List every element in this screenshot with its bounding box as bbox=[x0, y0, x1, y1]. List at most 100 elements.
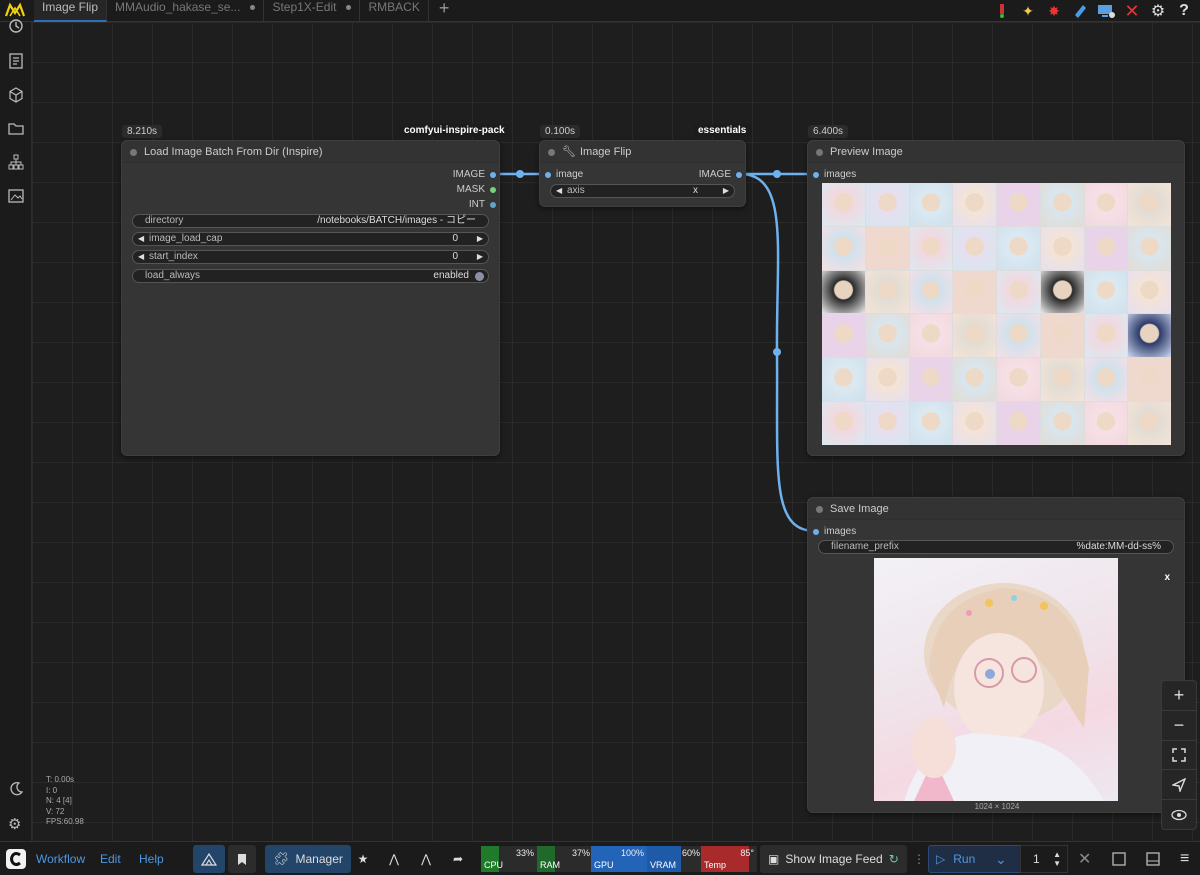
node-title[interactable]: Load Image Batch From Dir (Inspire) bbox=[122, 141, 499, 163]
preview-thumbnail[interactable] bbox=[822, 183, 865, 226]
pin-icon[interactable] bbox=[992, 1, 1012, 21]
menu-help[interactable]: Help bbox=[139, 845, 164, 873]
preview-thumbnail[interactable] bbox=[822, 270, 865, 314]
preview-thumbnail[interactable] bbox=[865, 226, 909, 270]
new-tab-button[interactable]: + bbox=[429, 0, 460, 22]
input-slot-image[interactable] bbox=[545, 172, 551, 178]
node-preview-image[interactable]: Preview Image images bbox=[807, 140, 1185, 456]
preview-thumbnail[interactable] bbox=[953, 226, 996, 270]
preview-thumbnail[interactable] bbox=[997, 358, 1040, 402]
preview-thumbnail[interactable] bbox=[1084, 358, 1128, 402]
share-arrow-icon[interactable]: ➦ bbox=[450, 845, 466, 873]
increment-arrow-icon[interactable]: ▶ bbox=[477, 251, 483, 263]
preview-thumbnail[interactable] bbox=[1128, 402, 1171, 445]
node-library-icon[interactable] bbox=[8, 154, 24, 170]
panel-square-icon[interactable] bbox=[1112, 845, 1126, 873]
node-title[interactable]: Preview Image bbox=[808, 141, 1184, 163]
preview-thumbnail[interactable] bbox=[909, 226, 953, 270]
tab-image-flip[interactable]: Image Flip bbox=[34, 0, 108, 22]
menu-edit[interactable]: Edit bbox=[100, 845, 121, 873]
preview-thumbnail[interactable] bbox=[909, 270, 953, 314]
preview-thumbnail[interactable] bbox=[997, 402, 1040, 445]
close-image-button[interactable]: x bbox=[1164, 572, 1170, 583]
eraser-icon[interactable] bbox=[1070, 1, 1090, 21]
tab-mmaudio[interactable]: MMAudio_hakase_se... bbox=[107, 0, 265, 22]
load-always-toggle[interactable]: load_always enabled bbox=[132, 269, 489, 283]
monitor-icon[interactable] bbox=[1096, 1, 1116, 21]
preview-thumbnail[interactable] bbox=[822, 402, 865, 445]
preview-thumbnail[interactable] bbox=[1040, 358, 1084, 402]
preview-thumbnail[interactable] bbox=[1040, 270, 1084, 314]
bookmark-icon[interactable] bbox=[228, 845, 256, 873]
node-image-flip[interactable]: 🔧︎ Image Flip image IMAGE ◀ axis x ▶ bbox=[539, 140, 746, 207]
preview-thumbnail[interactable] bbox=[822, 314, 865, 358]
prev-arrow-icon[interactable]: ◀ bbox=[556, 185, 562, 197]
directory-field[interactable]: directory /notebooks/BATCH/images - コピー bbox=[132, 214, 489, 228]
preview-image-grid[interactable] bbox=[822, 183, 1171, 445]
input-slot-images[interactable] bbox=[813, 529, 819, 535]
burst-icon[interactable]: ✸ bbox=[1044, 1, 1064, 21]
output-slot-int[interactable] bbox=[490, 202, 496, 208]
preview-thumbnail[interactable] bbox=[1128, 270, 1171, 314]
node-save-image[interactable]: Save Image images filename_prefix %date:… bbox=[807, 497, 1185, 813]
preview-thumbnail[interactable] bbox=[1084, 314, 1128, 358]
menu-workflow[interactable]: Workflow bbox=[36, 845, 85, 873]
preview-thumbnail[interactable] bbox=[1040, 314, 1084, 358]
preview-thumbnail[interactable] bbox=[1084, 270, 1128, 314]
preview-thumbnail[interactable] bbox=[865, 402, 909, 445]
gear-icon[interactable]: ⚙ bbox=[1148, 1, 1168, 21]
settings-gear-icon[interactable]: ⚙ bbox=[8, 815, 24, 833]
help-icon[interactable]: ? bbox=[1174, 1, 1194, 21]
preview-thumbnail[interactable] bbox=[953, 314, 996, 358]
axis-combo[interactable]: ◀ axis x ▶ bbox=[550, 184, 735, 198]
preview-thumbnail[interactable] bbox=[997, 314, 1040, 358]
toggle-visibility-eye-icon[interactable] bbox=[1162, 800, 1196, 829]
preview-thumbnail[interactable] bbox=[909, 314, 953, 358]
show-image-feed-button[interactable]: ▣ Show Image Feed ↻ bbox=[760, 845, 907, 873]
close-x-icon[interactable]: ✕ bbox=[1122, 1, 1142, 21]
preview-thumbnail[interactable] bbox=[1040, 183, 1084, 226]
cancel-x-icon[interactable]: ✕ bbox=[1078, 845, 1091, 873]
preview-thumbnail[interactable] bbox=[909, 402, 953, 445]
preview-thumbnail[interactable] bbox=[1084, 226, 1128, 270]
preview-thumbnail[interactable] bbox=[953, 270, 996, 314]
fit-view-button[interactable] bbox=[1162, 741, 1196, 771]
output-slot-image[interactable] bbox=[490, 172, 496, 178]
preview-thumbnail[interactable] bbox=[865, 314, 909, 358]
output-slot-image[interactable] bbox=[736, 172, 742, 178]
cube-icon[interactable] bbox=[8, 87, 24, 103]
lambda-alt-icon[interactable]: ⋀ bbox=[418, 845, 434, 873]
stepper-arrows-icon[interactable]: ▲ ▼ bbox=[1053, 850, 1061, 868]
input-slot-images[interactable] bbox=[813, 172, 819, 178]
preview-thumbnail[interactable] bbox=[997, 226, 1040, 270]
preview-thumbnail[interactable] bbox=[1084, 402, 1128, 445]
image-load-cap-stepper[interactable]: ◀ image_load_cap 0 ▶ bbox=[132, 232, 489, 246]
decrement-arrow-icon[interactable]: ◀ bbox=[138, 233, 144, 245]
tab-rmback[interactable]: RMBACK bbox=[360, 0, 429, 22]
preview-thumbnail[interactable] bbox=[1084, 183, 1128, 226]
panel-split-icon[interactable] bbox=[1146, 845, 1160, 873]
preview-thumbnail[interactable] bbox=[1128, 314, 1171, 358]
history-icon[interactable] bbox=[8, 18, 24, 34]
preview-thumbnail[interactable] bbox=[1128, 358, 1171, 402]
increment-arrow-icon[interactable]: ▶ bbox=[477, 233, 483, 245]
run-mode-chevron-down-icon[interactable]: ⌄ bbox=[995, 845, 1007, 873]
preview-thumbnail[interactable] bbox=[865, 183, 909, 226]
output-slot-mask[interactable] bbox=[490, 187, 496, 193]
tab-step1x-edit[interactable]: Step1X-Edit bbox=[264, 0, 361, 22]
filename-prefix-field[interactable]: filename_prefix %date:MM-dd-ss% bbox=[818, 540, 1174, 554]
theme-moon-icon[interactable] bbox=[8, 781, 24, 797]
run-button[interactable]: ▷ Run bbox=[936, 845, 975, 873]
star-icon[interactable]: ★ bbox=[355, 845, 371, 873]
node-load-image-batch[interactable]: Load Image Batch From Dir (Inspire) IMAG… bbox=[121, 140, 500, 456]
images-icon[interactable] bbox=[8, 188, 24, 204]
preview-thumbnail[interactable] bbox=[1128, 226, 1171, 270]
preview-thumbnail[interactable] bbox=[1128, 183, 1171, 226]
preview-thumbnail[interactable] bbox=[997, 183, 1040, 226]
preview-thumbnail[interactable] bbox=[909, 183, 953, 226]
next-arrow-icon[interactable]: ▶ bbox=[723, 185, 729, 197]
manager-button[interactable]: 🧩︎ Manager bbox=[265, 845, 351, 873]
queue-count-stepper[interactable]: 1 ▲ ▼ bbox=[1020, 845, 1068, 873]
collapse-dot-icon[interactable] bbox=[548, 149, 555, 156]
preview-thumbnail[interactable] bbox=[822, 358, 865, 402]
